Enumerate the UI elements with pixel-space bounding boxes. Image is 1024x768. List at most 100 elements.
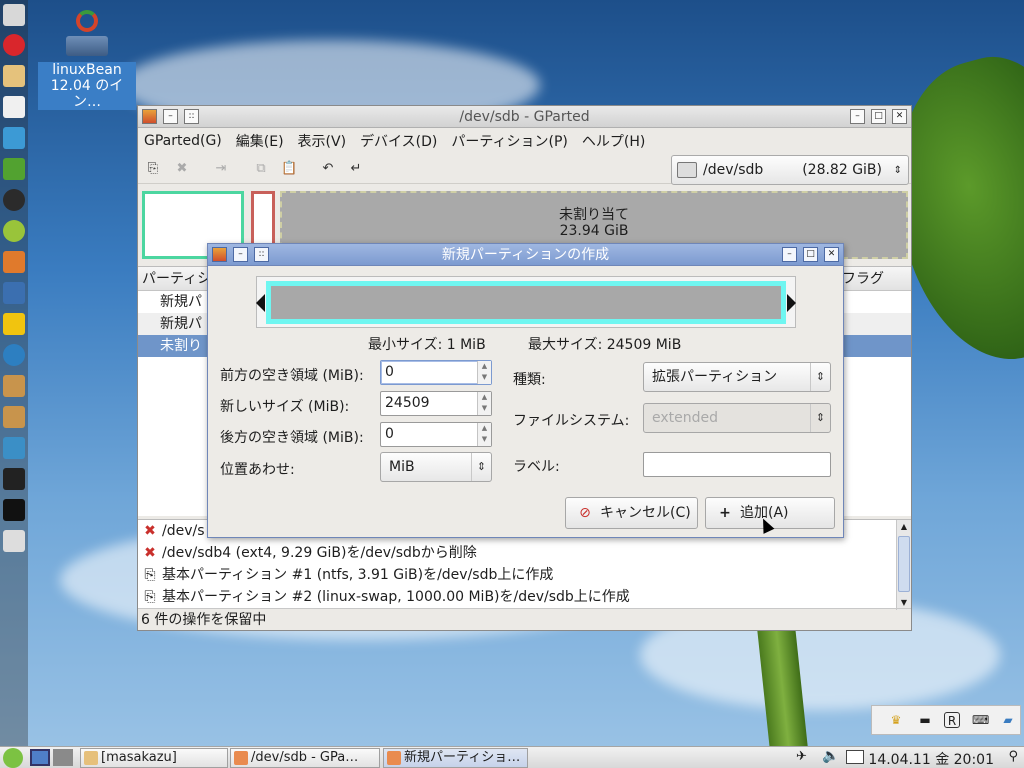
clock[interactable]: 14.04.11 金 20:01 (868, 749, 994, 768)
shade-button[interactable]: – (163, 109, 178, 124)
system-monitor-icon[interactable] (3, 468, 25, 490)
minus-icon[interactable]: ▬ (917, 712, 933, 728)
list-item[interactable]: ⎘ 基本パーティション #1 (ntfs, 3.91 GiB)を/dev/sdb上… (138, 564, 911, 586)
notes-icon[interactable] (3, 65, 25, 87)
resize-right-handle[interactable] (787, 294, 796, 312)
bean-menu-icon[interactable] (3, 748, 23, 768)
delete-icon: ✖ (144, 523, 156, 539)
workspace-icon[interactable] (53, 749, 73, 766)
close-button[interactable]: ✕ (892, 109, 907, 124)
free-before-spinner[interactable]: 0 ▲ ▼ (380, 360, 492, 385)
max-size-label: 最大サイズ: 24509 MiB (528, 337, 682, 353)
media-player-icon[interactable] (3, 189, 25, 211)
crown-icon[interactable]: ♛ (888, 712, 904, 728)
sticky-button[interactable]: :: (254, 247, 269, 262)
dialog-titlebar[interactable]: – :: 新規パーティションの作成 – □ ✕ (208, 244, 843, 266)
task-new-partition[interactable]: 新規パーティショ… (383, 748, 528, 768)
filesystem-label: ファイルシステム: (513, 413, 630, 429)
menu-partition[interactable]: パーティション(P) (451, 131, 568, 151)
scrollbar[interactable]: ▲ ▼ (896, 520, 911, 610)
terminal-icon[interactable] (3, 499, 25, 521)
volume-icon[interactable]: 🔈 (822, 748, 839, 764)
trash-icon[interactable] (3, 530, 25, 552)
free-after-spinner[interactable]: 0 ▲ ▼ (380, 422, 492, 447)
cancel-button[interactable]: ⊘ キャンセル(C) (565, 497, 698, 529)
menu-help[interactable]: ヘルプ(H) (582, 131, 645, 151)
spinner-arrows-icon[interactable]: ▲ ▼ (477, 361, 491, 384)
resize-icon[interactable]: ⇥ (213, 161, 229, 177)
sticky-button[interactable]: :: (184, 109, 199, 124)
shade-button[interactable]: – (233, 247, 248, 262)
menu-edit[interactable]: 編集(E) (236, 131, 284, 151)
new-size-label: 新しいサイズ (MiB): (220, 399, 350, 415)
game-icon[interactable] (3, 220, 25, 242)
device-selector[interactable]: /dev/sdb (28.82 GiB) ⇕ (671, 155, 909, 185)
window-list-icon[interactable] (846, 750, 864, 764)
desktop-icon-installer[interactable]: linuxBean 12.04 のイン… (38, 10, 136, 110)
undo-icon[interactable]: ↶ (320, 161, 336, 177)
partition-size-bar[interactable] (266, 281, 786, 324)
show-desktop-icon[interactable] (30, 749, 50, 766)
menu-gparted[interactable]: GParted(G) (144, 133, 222, 149)
column-flags[interactable]: フラグ (842, 267, 884, 291)
gparted-icon (234, 751, 248, 765)
task-gparted[interactable]: /dev/sdb - GPa… (230, 748, 380, 768)
close-button[interactable]: ✕ (824, 247, 839, 262)
app-icon (142, 109, 157, 124)
minimize-button[interactable]: – (850, 109, 865, 124)
spinner-arrows-icon[interactable]: ▲ ▼ (477, 423, 491, 446)
fs-label-input[interactable] (643, 452, 831, 477)
folder-icon (84, 751, 98, 765)
new-partition-icon[interactable]: ⎘ (145, 161, 161, 177)
partition-size-graph[interactable] (256, 276, 796, 328)
minimize-button[interactable]: – (782, 247, 797, 262)
delete-icon[interactable]: ✖ (174, 161, 190, 177)
new-partition-icon: ⎘ (144, 589, 156, 605)
eraser-icon[interactable]: ▰ (1000, 712, 1016, 728)
messenger-icon[interactable] (3, 127, 25, 149)
new-partition-dialog: – :: 新規パーティションの作成 – □ ✕ 最小サイズ: 1 MiB 最大サ… (207, 243, 844, 538)
chevron-up-icon[interactable]: ▲ (897, 520, 911, 534)
r-icon[interactable]: R (944, 712, 960, 728)
status-bar: 6 件の操作を保留中 (138, 608, 911, 630)
unallocated-label: 未割り当て (559, 207, 629, 223)
task-file-manager[interactable]: [masakazu] (80, 748, 228, 768)
menu-device[interactable]: デバイス(D) (360, 131, 437, 151)
tool-icon[interactable] (3, 313, 25, 335)
list-item[interactable]: ⎘ 基本パーティション #2 (linux-swap, 1000.00 MiB)を… (138, 586, 911, 608)
apply-icon[interactable]: ↵ (348, 161, 364, 177)
image-viewer-icon[interactable] (3, 282, 25, 304)
maximize-button[interactable]: □ (871, 109, 886, 124)
window-titlebar[interactable]: – :: /dev/sdb - GParted – □ ✕ (138, 106, 911, 128)
package-install-icon[interactable] (3, 406, 25, 428)
chevron-updown-icon: ⇕ (893, 164, 902, 176)
opera-icon[interactable] (3, 34, 25, 56)
align-select[interactable]: MiB ⇕ (380, 452, 492, 482)
scrollbar-thumb[interactable] (898, 536, 910, 592)
settings-icon[interactable] (3, 158, 25, 180)
filesystem-select[interactable]: extended ⇕ (643, 403, 831, 433)
paint-icon[interactable] (3, 251, 25, 273)
column-partition[interactable]: パーティシ (142, 271, 211, 287)
min-size-label: 最小サイズ: 1 MiB (368, 337, 486, 353)
files-icon[interactable] (3, 4, 25, 26)
new-size-value: 24509 (385, 395, 430, 411)
chevron-updown-icon: ⇕ (471, 453, 491, 481)
maximize-button[interactable]: □ (803, 247, 818, 262)
spinner-arrows-icon[interactable]: ▲ ▼ (477, 392, 491, 415)
list-item[interactable]: ✖/dev/sdb4 (ext4, 9.29 GiB)を/dev/sdbから削除 (138, 542, 911, 564)
network-icon[interactable] (3, 344, 25, 366)
copy-icon[interactable]: ⧉ (253, 161, 269, 177)
package-icon[interactable] (3, 375, 25, 397)
search-icon[interactable]: ⚲ (1008, 749, 1018, 764)
monitor-icon[interactable] (3, 437, 25, 459)
new-size-spinner[interactable]: 24509 ▲ ▼ (380, 391, 492, 416)
keyboard-icon[interactable]: ⌨ (972, 712, 989, 728)
paste-icon[interactable]: 📋 (281, 161, 297, 177)
system-tray-widget: ♛ ▬ R ⌨ ▰ (871, 705, 1021, 735)
resize-left-handle[interactable] (256, 294, 265, 312)
network-status-icon[interactable]: ✈ (796, 749, 807, 764)
editor-icon[interactable] (3, 96, 25, 118)
menu-view[interactable]: 表示(V) (298, 131, 347, 151)
type-select[interactable]: 拡張パーティション ⇕ (643, 362, 831, 392)
